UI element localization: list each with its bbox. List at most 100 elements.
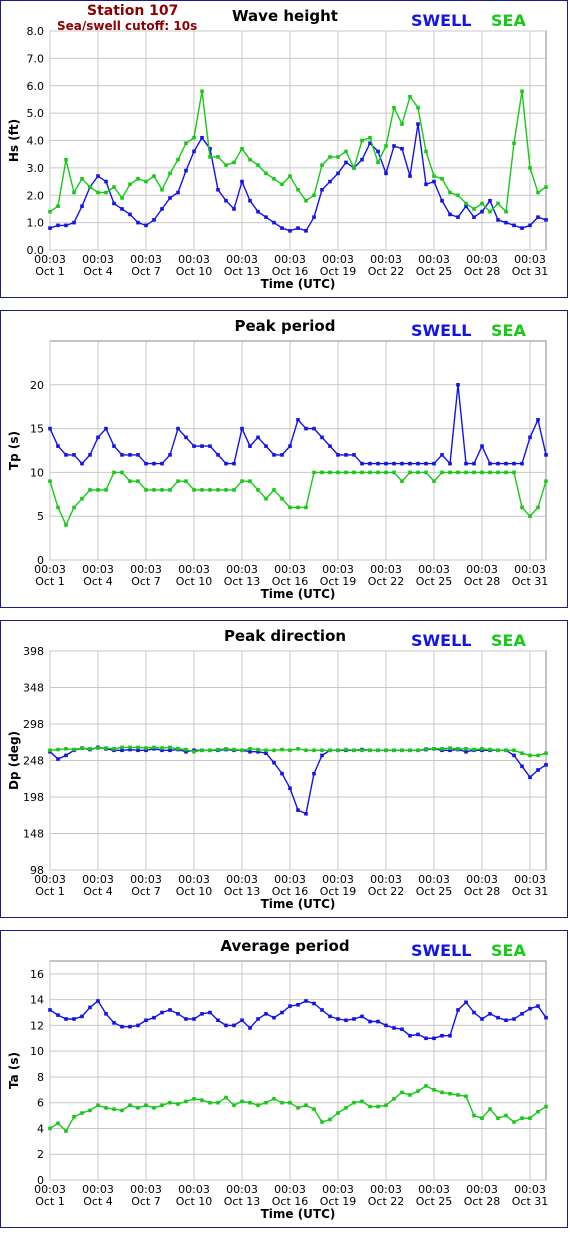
y-tick-label: 4: [37, 1122, 44, 1135]
sea-point: [72, 505, 76, 510]
swell-point: [296, 808, 300, 812]
swell-point: [256, 435, 260, 440]
swell-point: [376, 149, 380, 154]
sea-point: [280, 1100, 284, 1105]
sea-point: [248, 479, 252, 483]
sea-point: [176, 1102, 180, 1106]
swell-point: [136, 1023, 140, 1028]
sea-point: [440, 177, 444, 181]
sea-point: [120, 745, 124, 750]
sea-point: [392, 470, 396, 475]
x-tick-date: Oct 4: [83, 1195, 113, 1208]
swell-point: [48, 426, 52, 431]
sea-point: [416, 1089, 420, 1093]
sea-point: [448, 1091, 452, 1096]
swell-point: [48, 1008, 52, 1012]
swell-point: [128, 1024, 132, 1029]
sea-point: [496, 748, 500, 753]
swell-point: [80, 461, 84, 466]
sea-point: [448, 746, 452, 750]
sea-point: [488, 1107, 492, 1111]
swell-point: [408, 174, 412, 178]
swell-point: [408, 1033, 412, 1038]
swell-point: [264, 1012, 268, 1016]
swell-point: [248, 198, 252, 203]
sea-point: [312, 470, 316, 475]
swell-point: [384, 461, 388, 466]
swell-point: [280, 453, 284, 457]
swell-point: [512, 1017, 516, 1021]
sea-point: [456, 747, 460, 751]
sea-point: [176, 747, 180, 751]
sea-point: [296, 187, 300, 192]
swell-point: [176, 426, 180, 431]
sea-point: [400, 479, 404, 483]
sea-point: [456, 193, 460, 198]
swell-point: [200, 444, 204, 448]
sea-point: [376, 160, 380, 165]
sea-point: [312, 748, 316, 753]
x-tick-date: Oct 1: [35, 1195, 65, 1208]
x-tick-date: Oct 7: [131, 885, 161, 898]
sea-point: [360, 138, 364, 143]
sea-point: [224, 747, 228, 751]
wave-height-panel: Station 107 Sea/swell cutoff: 10s 0.0 1.0…: [0, 0, 568, 298]
sea-point: [440, 1090, 444, 1095]
swell-point: [288, 1004, 292, 1008]
swell-point: [168, 1008, 172, 1012]
sea-point: [360, 748, 364, 753]
sea-point: [520, 89, 524, 94]
swell-point: [416, 122, 420, 126]
swell-point: [216, 187, 220, 192]
sea-point: [152, 174, 156, 178]
swell-point: [200, 1012, 204, 1016]
swell-point: [528, 775, 532, 780]
swell-point: [304, 229, 308, 233]
swell-point: [240, 179, 244, 184]
swell-point: [328, 1014, 332, 1019]
sea-point: [512, 141, 516, 146]
sea-point: [536, 505, 540, 510]
swell-point: [288, 229, 292, 233]
swell-point: [112, 201, 116, 206]
sea-point: [232, 160, 236, 165]
sea-point: [144, 1103, 148, 1108]
sea-point: [232, 747, 236, 752]
swell-point: [160, 461, 164, 466]
sea-point: [368, 1104, 372, 1109]
sea-point: [216, 747, 220, 752]
swell-point: [120, 453, 124, 457]
sea-point: [312, 193, 316, 198]
swell-point: [144, 1018, 148, 1023]
swell-point: [504, 220, 508, 225]
sea-point: [264, 1100, 268, 1105]
swell-point: [464, 1000, 468, 1005]
x-tick-date: Oct 25: [416, 265, 453, 278]
swell-point: [304, 426, 308, 431]
sea-point: [408, 748, 412, 753]
sea-point: [144, 488, 148, 492]
swell-point: [312, 1001, 316, 1006]
swell-point: [504, 461, 508, 466]
swell-point: [536, 1004, 540, 1008]
sea-point: [384, 1103, 388, 1108]
swell-point: [424, 182, 428, 187]
swell-point: [248, 444, 252, 448]
sea-point: [224, 163, 228, 167]
sea-point: [72, 190, 76, 195]
swell-point: [152, 461, 156, 466]
legend-swell: SWELL: [411, 321, 472, 340]
swell-point: [512, 223, 516, 228]
y-axis-label: Tp (s): [7, 431, 21, 470]
sea-point: [288, 505, 292, 510]
sea-point: [288, 174, 292, 178]
sea-point: [152, 745, 156, 750]
swell-point: [368, 461, 372, 466]
sea-point: [120, 470, 124, 475]
swell-point: [296, 226, 300, 230]
swell-point: [184, 435, 188, 440]
swell-point: [112, 444, 116, 448]
sea-point: [352, 1100, 356, 1105]
sea-point: [208, 155, 212, 159]
sea-point: [120, 196, 124, 200]
